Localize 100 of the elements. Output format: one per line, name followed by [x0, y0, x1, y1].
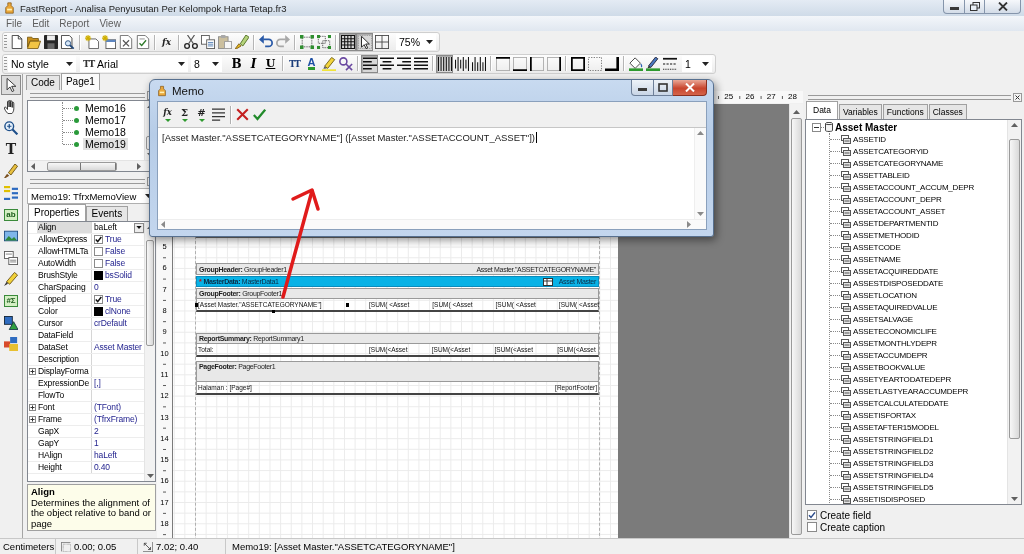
format-painter-button[interactable] — [233, 33, 250, 51]
selection-handle[interactable] — [346, 302, 349, 307]
checkbox-label[interactable]: Create caption — [820, 521, 886, 533]
menu-item[interactable]: Edit — [27, 18, 55, 29]
selection-handle[interactable] — [195, 302, 198, 307]
tree-item[interactable]: ASSETMONTHLYDEPR — [853, 338, 937, 348]
close-button[interactable] — [673, 80, 707, 96]
fit-to-grid-button[interactable] — [373, 33, 390, 51]
down-arrow-icon[interactable] — [146, 474, 154, 478]
format-button[interactable]: # — [193, 103, 210, 126]
text-tool-button[interactable]: T — [1, 139, 21, 160]
new-page-button[interactable] — [83, 33, 100, 51]
checkbox-icon[interactable] — [807, 522, 817, 532]
scroll-thumb[interactable] — [47, 161, 117, 171]
menu-item[interactable]: View — [94, 18, 126, 29]
shadow-button[interactable] — [603, 54, 620, 73]
inspector-tab[interactable]: Events — [85, 206, 129, 221]
tree-item[interactable]: ASSETISDISPOSED — [853, 494, 926, 504]
line-width-dropdown[interactable]: 1 — [682, 55, 712, 72]
tree-item[interactable]: ASSETACCUMDEPR — [853, 350, 928, 360]
tree-item[interactable]: Asset Master — [835, 121, 898, 133]
up-arrow-icon[interactable] — [793, 110, 800, 114]
copy-button[interactable] — [199, 33, 216, 51]
all-frames-button[interactable] — [569, 54, 586, 73]
page-tab[interactable]: Page1 — [60, 73, 100, 90]
left-frame-button[interactable] — [528, 54, 545, 73]
tree-item[interactable]: ASSETSTRINGFIELD5 — [853, 482, 934, 492]
property-row[interactable]: DisplayForma — [28, 366, 144, 378]
tree-item[interactable]: ASSESTDISPOSEDDATE — [853, 278, 944, 288]
property-row[interactable]: FlowTo — [28, 390, 144, 402]
text-object-button[interactable]: ab — [1, 204, 21, 225]
save-button[interactable] — [42, 33, 59, 51]
top-frame-button[interactable] — [494, 54, 511, 73]
property-row[interactable]: AllowHTMLTa False — [28, 246, 144, 258]
tree-item[interactable]: ASSETISFORTAX — [853, 410, 916, 420]
property-row[interactable]: DataField — [28, 330, 144, 342]
property-row[interactable]: GapX 2 — [28, 426, 144, 438]
tree-item[interactable]: ASSETECONOMICLIFE — [853, 326, 937, 336]
property-row[interactable]: AutoWidth False — [28, 258, 144, 270]
minimize-button[interactable] — [631, 80, 654, 96]
scroll-thumb[interactable] — [791, 118, 802, 535]
left-arrow-icon[interactable] — [161, 221, 165, 228]
scroll-thumb[interactable] — [1009, 139, 1020, 439]
vertical-scrollbar[interactable] — [144, 222, 155, 481]
property-row[interactable]: CharSpacing 0 — [28, 282, 144, 294]
tree-item[interactable]: ASSETACCOUNT_ACCUM_DEPR — [853, 182, 975, 192]
horizontal-scrollbar[interactable] — [158, 219, 706, 229]
tree-item[interactable]: ASSETNAME — [853, 254, 901, 264]
tree-item[interactable]: ASSETLOCATION — [853, 290, 917, 300]
tree-item[interactable]: ASSETSTRINGFIELD1 — [853, 434, 934, 444]
toolbar-grip[interactable] — [4, 56, 7, 71]
font-color-button[interactable]: A — [303, 54, 320, 73]
tree-item[interactable]: Memo19 — [83, 138, 128, 150]
tree-item[interactable]: Memo18 — [83, 126, 128, 138]
property-row[interactable]: ExpressionDe [,] — [28, 378, 144, 390]
bold-button[interactable]: B — [228, 54, 245, 73]
down-arrow-icon[interactable] — [697, 212, 704, 216]
tree-item[interactable]: Memo16 — [83, 102, 128, 114]
tree-item[interactable]: ASSETSTRINGFIELD3 — [853, 458, 934, 468]
restore-button[interactable] — [965, 0, 985, 14]
page-settings-button[interactable] — [134, 33, 151, 51]
page-tab[interactable]: Code — [26, 75, 60, 90]
property-row[interactable]: Frame (TfrxFrame) — [28, 414, 144, 426]
checkbox-icon[interactable] — [94, 295, 103, 304]
cut-button[interactable] — [182, 33, 199, 51]
preview-button[interactable] — [59, 33, 76, 51]
group-button[interactable] — [298, 33, 315, 51]
tree-item[interactable]: ASSETAFTER15MODEL — [853, 422, 939, 432]
expand-icon[interactable] — [29, 368, 36, 375]
panel-grip[interactable] — [808, 94, 1011, 100]
tree-item[interactable]: ASSETSTRINGFIELD4 — [853, 470, 934, 480]
property-row[interactable]: GapY 1 — [28, 438, 144, 450]
property-row[interactable]: Clipped True — [28, 294, 144, 306]
right-arrow-icon[interactable] — [687, 221, 691, 228]
highlight-button[interactable] — [320, 54, 337, 73]
tree-item[interactable]: ASSETCALCULATEDDATE — [853, 398, 949, 408]
checkbox-icon[interactable] — [94, 259, 103, 268]
font-settings-button[interactable]: TT — [286, 54, 303, 73]
menu-item[interactable]: File — [1, 18, 28, 29]
property-row[interactable]: BrushStyle bsSolid — [28, 270, 144, 282]
close-icon[interactable] — [1013, 92, 1022, 102]
panel-grip[interactable] — [30, 178, 145, 184]
tree-item[interactable]: ASSETID — [853, 134, 886, 144]
function-button[interactable]: fx — [159, 103, 176, 126]
system-text-button[interactable]: #Σ — [1, 290, 21, 311]
delete-page-button[interactable] — [117, 33, 134, 51]
no-frame-button[interactable] — [586, 54, 603, 73]
inspector-tab[interactable]: Properties — [28, 204, 86, 221]
minimize-button[interactable] — [943, 0, 965, 14]
expression-button[interactable]: fx — [158, 33, 175, 51]
data-tab[interactable]: Classes — [928, 104, 967, 119]
tree-item[interactable]: ASSETCATEGORYID — [853, 146, 929, 156]
left-arrow-icon[interactable] — [31, 162, 35, 170]
tree-item[interactable]: ASSETCODE — [853, 242, 901, 252]
up-arrow-icon[interactable] — [697, 131, 704, 135]
tree-item[interactable]: ASSETAQUIREDVALUE — [853, 302, 938, 312]
property-row[interactable]: AllowExpress True — [28, 234, 144, 246]
tree-item[interactable]: ASSETYEARTODATEDEPR — [853, 374, 951, 384]
close-button[interactable] — [985, 0, 1021, 14]
checkbox-icon[interactable] — [807, 510, 817, 520]
